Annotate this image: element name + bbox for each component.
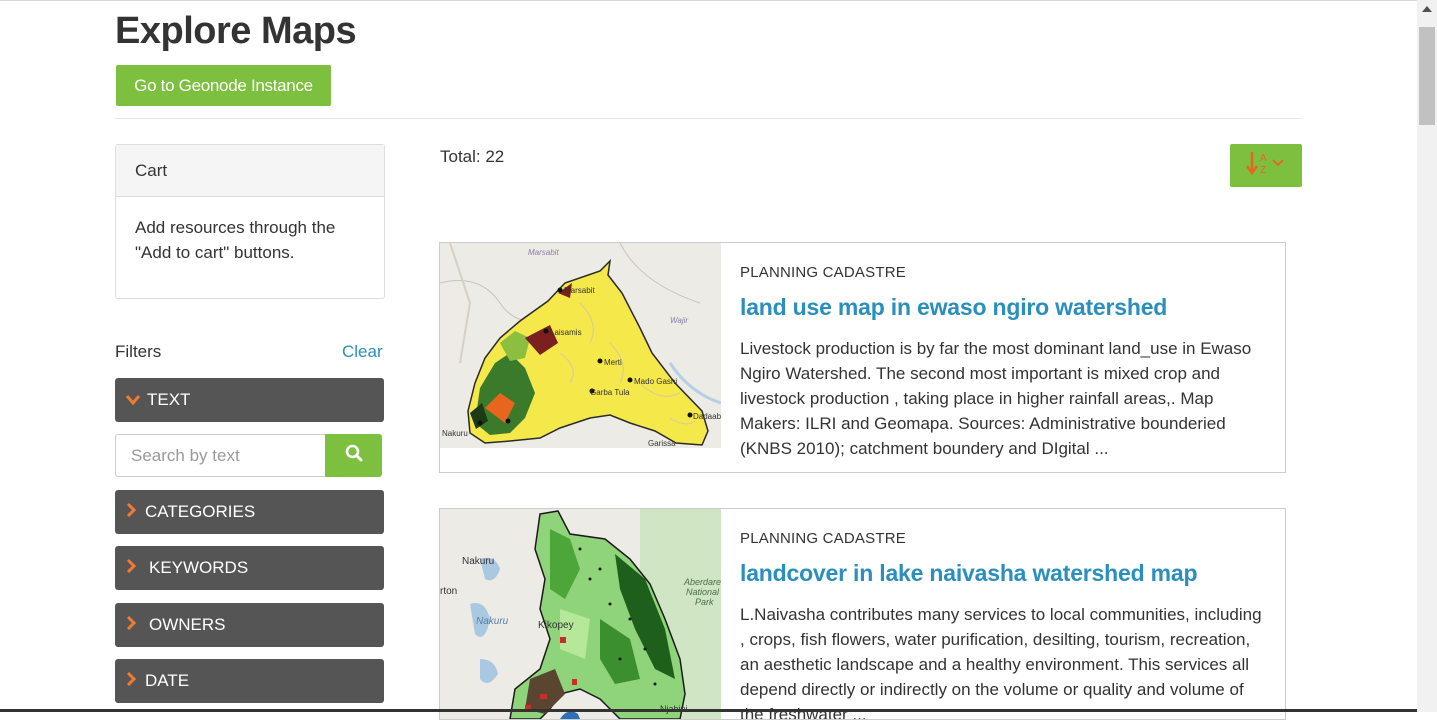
svg-text:Mado Gashi: Mado Gashi [634,377,677,386]
scroll-up-arrow-icon[interactable] [1417,0,1437,17]
result-card: Marsabit Marsabit Laisamis Merti Garba T… [439,242,1286,473]
svg-text:Nakuru: Nakuru [462,556,494,567]
map-thumbnail[interactable]: Marsabit Marsabit Laisamis Merti Garba T… [440,243,722,448]
svg-text:rton: rton [440,586,457,597]
svg-text:Wajir: Wajir [670,316,688,325]
search-group [115,434,382,477]
facet-label: OWNERS [149,615,226,634]
svg-text:Aberdare: Aberdare [683,577,721,587]
svg-text:National: National [686,587,720,597]
facet-label: DATE [145,671,190,690]
scrollbar-thumb[interactable] [1419,27,1435,125]
sort-button[interactable]: A Z [1230,144,1302,187]
filters-title: Filters [115,342,162,361]
facet-label: TEXT [147,390,191,409]
results-total: Total: 22 [440,147,505,166]
chevron-right-icon [123,558,139,578]
card-title-link[interactable]: landcover in lake naivasha watershed map [740,560,1198,587]
filters-clear-link[interactable]: Clear [342,342,383,362]
facet-owners[interactable]: OWNERS [115,603,384,647]
top-border [0,0,1417,1]
cart-panel: Cart Add resources through the "Add to c… [115,144,385,299]
search-icon [345,444,363,467]
sort-alpha-icon: A Z [1245,150,1286,181]
svg-text:A: A [1260,153,1267,164]
svg-text:Laisamis: Laisamis [550,328,582,337]
card-description: Livestock production is by far the most … [740,339,1252,458]
chevron-right-icon [123,615,139,635]
svg-text:Dadaab: Dadaab [693,412,721,421]
cart-title: Cart [116,145,384,197]
divider [115,118,1302,119]
page-title: Explore Maps [115,10,357,52]
facet-text[interactable]: TEXT [115,378,384,422]
svg-text:Z: Z [1260,165,1266,176]
svg-text:Marsabit: Marsabit [564,286,595,295]
cart-message: Add resources through the "Add to cart" … [135,218,336,262]
chevron-right-icon [123,502,139,522]
search-button[interactable] [325,434,382,477]
chevron-right-icon [123,671,139,691]
svg-text:Nakuru: Nakuru [442,429,468,438]
svg-text:Marsabit: Marsabit [528,248,559,257]
facet-keywords[interactable]: KEYWORDS [115,546,384,590]
svg-text:Nakuru: Nakuru [476,616,509,627]
search-input[interactable] [115,434,325,477]
go-to-geonode-button[interactable]: Go to Geonode Instance [116,65,331,106]
facet-label: KEYWORDS [149,558,249,577]
facet-label: CATEGORIES [145,502,256,521]
card-description: L.Naivasha contributes many services to … [740,605,1262,720]
card-category[interactable]: PLANNING CADASTRE [740,264,906,281]
result-card: Nakuru Nakuru Kikopey Aberdare National … [439,508,1286,720]
facet-date[interactable]: DATE [115,659,384,703]
chevron-down-icon [125,390,141,410]
facet-categories[interactable]: CATEGORIES [115,490,384,534]
svg-text:Garissa: Garissa [648,439,676,448]
svg-text:Kikopey: Kikopey [538,620,574,631]
card-category[interactable]: PLANNING CADASTRE [740,530,906,547]
map-thumbnail[interactable]: Nakuru Nakuru Kikopey Aberdare National … [440,509,721,719]
page-scrollbar[interactable] [1417,0,1437,712]
card-title-link[interactable]: land use map in ewaso ngiro watershed [740,294,1167,321]
svg-text:Park: Park [695,597,714,607]
svg-text:Merti: Merti [604,358,622,367]
svg-text:Garba Tula: Garba Tula [590,388,630,397]
